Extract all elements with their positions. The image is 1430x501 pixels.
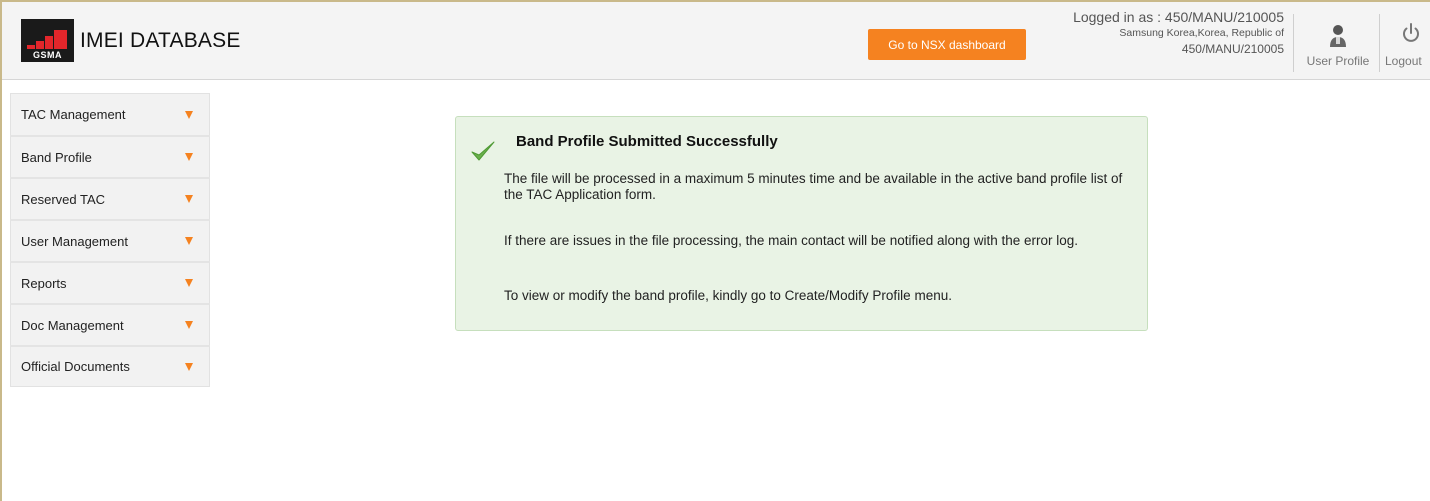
- logo-bar: [54, 30, 67, 49]
- nsx-dashboard-button[interactable]: Go to NSX dashboard: [868, 29, 1026, 60]
- caret-down-icon: [185, 321, 193, 329]
- sidebar-item-label: Band Profile: [21, 149, 92, 165]
- caret-down-icon: [185, 195, 193, 203]
- logo-bar: [36, 41, 44, 49]
- sidebar-item-label: Official Documents: [21, 359, 130, 374]
- sidebar-item-reserved-tac[interactable]: Reserved TAC: [10, 177, 210, 219]
- sidebar-item-tac-management[interactable]: TAC Management: [10, 93, 210, 135]
- sidebar-item-label: TAC Management: [21, 107, 126, 122]
- gsma-logo[interactable]: GSMA: [21, 19, 74, 62]
- alert-message: The file will be processed in a maximum …: [504, 171, 1123, 202]
- sidebar-item-label: Doc Management: [21, 317, 124, 333]
- account-id: 450/MANU/210005: [1181, 42, 1284, 56]
- app-header: GSMA IMEI DATABASE Go to NSX dashboard L…: [2, 2, 1430, 80]
- caret-down-icon: [185, 110, 193, 119]
- success-alert: Band Profile Submitted Successfully The …: [455, 116, 1148, 331]
- logout-button[interactable]: Logout: [1382, 19, 1430, 68]
- login-info: Logged in as : 450/MANU/210005 Samsung K…: [1032, 9, 1284, 57]
- user-icon: [1330, 25, 1346, 47]
- power-icon: [1403, 23, 1419, 42]
- alert-title: Band Profile Submitted Successfully: [516, 133, 778, 150]
- logo-bar: [27, 45, 35, 49]
- sidebar-item-band-profile[interactable]: Band Profile: [10, 135, 210, 177]
- caret-down-icon: [185, 279, 193, 287]
- caret-down-icon: [185, 362, 193, 371]
- caret-down-icon: [185, 153, 193, 161]
- caret-down-icon: [185, 237, 193, 245]
- sidebar-item-label: Reports: [21, 275, 67, 291]
- header-divider: [1379, 14, 1380, 72]
- logout-label: Logout: [1385, 54, 1422, 68]
- sidebar-item-user-management[interactable]: User Management: [10, 219, 210, 261]
- sidebar-item-label: User Management: [21, 233, 128, 249]
- checkmark-icon: [471, 141, 495, 161]
- alert-message: To view or modify the band profile, kind…: [504, 288, 952, 303]
- sidebar-item-reports[interactable]: Reports: [10, 261, 210, 303]
- sidebar-item-label: Reserved TAC: [21, 191, 106, 207]
- brand: GSMA IMEI DATABASE: [21, 19, 241, 62]
- user-profile-button[interactable]: User Profile: [1297, 19, 1379, 68]
- logo-bar: [45, 36, 53, 49]
- user-profile-label: User Profile: [1306, 54, 1370, 68]
- logged-in-as: Logged in as : 450/MANU/210005: [1073, 9, 1284, 25]
- alert-message: If there are issues in the file processi…: [504, 233, 1079, 248]
- company-name: Samsung Korea,Korea, Republic of: [1119, 27, 1284, 39]
- sidebar-item-doc-management[interactable]: Doc Management: [10, 303, 210, 345]
- logo-text: GSMA: [33, 50, 62, 60]
- sidebar-menu: TAC Management Band Profile Reserved TAC…: [10, 93, 210, 387]
- sidebar-item-official-documents[interactable]: Official Documents: [10, 345, 210, 387]
- app-title: IMEI DATABASE: [80, 28, 241, 52]
- header-divider: [1293, 14, 1294, 72]
